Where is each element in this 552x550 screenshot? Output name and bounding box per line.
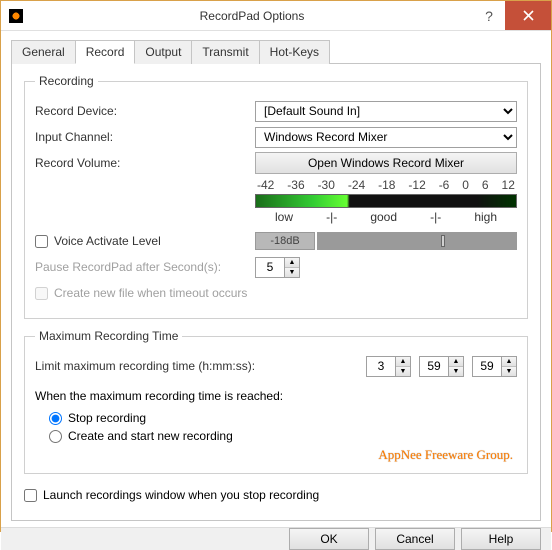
new-recording-radio[interactable]	[49, 430, 62, 443]
pause-after-label: Pause RecordPad after Second(s):	[35, 260, 255, 274]
voice-activate-label: Voice Activate Level	[54, 234, 161, 248]
meter-ticks: -42 -36 -30 -24 -18 -12 -6 0 6 12	[255, 178, 517, 192]
titlebar: RecordPad Options ?	[1, 1, 551, 31]
pause-after-input[interactable]	[256, 258, 284, 277]
close-button[interactable]	[505, 1, 551, 30]
cancel-button[interactable]: Cancel	[375, 528, 455, 550]
spin-down-icon[interactable]: ▼	[449, 367, 463, 376]
watermark-text: AppNee Freeware Group.	[35, 447, 517, 463]
help-button[interactable]: Help	[461, 528, 541, 550]
options-window: RecordPad Options ? General Record Outpu…	[0, 0, 552, 532]
recording-legend: Recording	[35, 74, 98, 88]
spin-up-icon[interactable]: ▲	[285, 258, 299, 268]
tab-body: Recording Record Device: [Default Sound …	[11, 63, 541, 521]
app-icon	[9, 9, 23, 23]
window-buttons: ?	[473, 1, 551, 30]
spin-up-icon[interactable]: ▲	[449, 357, 463, 367]
launch-window-label: Launch recordings window when you stop r…	[43, 488, 319, 502]
close-icon	[523, 10, 534, 21]
spin-down-icon[interactable]: ▼	[396, 367, 410, 376]
level-meter: -42 -36 -30 -24 -18 -12 -6 0 6 12	[255, 178, 517, 224]
maxtime-legend: Maximum Recording Time	[35, 329, 182, 343]
meter-zone-labels: low -|- good -|- high	[255, 210, 517, 224]
newfile-timeout-checkbox	[35, 287, 48, 300]
slider-track[interactable]	[317, 232, 517, 250]
slider-thumb[interactable]	[441, 235, 445, 247]
window-title: RecordPad Options	[31, 9, 473, 23]
recording-group: Recording Record Device: [Default Sound …	[24, 74, 528, 319]
seconds-input[interactable]	[473, 357, 501, 376]
new-recording-label: Create and start new recording	[68, 429, 233, 443]
input-channel-label: Input Channel:	[35, 130, 255, 144]
open-mixer-button[interactable]: Open Windows Record Mixer	[255, 152, 517, 174]
meter-bar	[255, 194, 517, 208]
voice-activate-checkbox[interactable]	[35, 235, 48, 248]
stop-recording-radio[interactable]	[49, 412, 62, 425]
newfile-timeout-label: Create new file when timeout occurs	[54, 286, 247, 300]
spin-up-icon[interactable]: ▲	[396, 357, 410, 367]
minutes-spinner[interactable]: ▲▼	[419, 356, 464, 377]
record-device-select[interactable]: [Default Sound In]	[255, 101, 517, 122]
voice-activate-value: -18dB	[255, 232, 315, 250]
launch-window-checkbox[interactable]	[24, 489, 37, 502]
hours-spinner[interactable]: ▲▼	[366, 356, 411, 377]
hours-input[interactable]	[367, 357, 395, 376]
tab-transmit[interactable]: Transmit	[191, 40, 259, 64]
dialog-buttons: OK Cancel Help	[1, 527, 551, 550]
help-button-icon[interactable]: ?	[473, 1, 505, 30]
tab-output[interactable]: Output	[134, 40, 192, 64]
tab-hotkeys[interactable]: Hot-Keys	[259, 40, 330, 64]
spin-down-icon[interactable]: ▼	[502, 367, 516, 376]
tab-general[interactable]: General	[11, 40, 76, 64]
content-area: General Record Output Transmit Hot-Keys …	[1, 31, 551, 521]
record-volume-label: Record Volume:	[35, 156, 255, 170]
tab-record[interactable]: Record	[75, 40, 136, 64]
maxtime-group: Maximum Recording Time Limit maximum rec…	[24, 329, 528, 474]
voice-activate-slider[interactable]: -18dB	[255, 232, 517, 250]
pause-after-spinner[interactable]: ▲ ▼	[255, 257, 300, 278]
spin-up-icon[interactable]: ▲	[502, 357, 516, 367]
minutes-input[interactable]	[420, 357, 448, 376]
seconds-spinner[interactable]: ▲▼	[472, 356, 517, 377]
limit-time-label: Limit maximum recording time (h:mm:ss):	[35, 359, 315, 373]
spin-down-icon[interactable]: ▼	[285, 268, 299, 277]
tab-strip: General Record Output Transmit Hot-Keys	[11, 40, 541, 64]
ok-button[interactable]: OK	[289, 528, 369, 550]
record-device-label: Record Device:	[35, 104, 255, 118]
stop-recording-label: Stop recording	[68, 411, 146, 425]
reached-label: When the maximum recording time is reach…	[35, 389, 283, 403]
input-channel-select[interactable]: Windows Record Mixer	[255, 127, 517, 148]
